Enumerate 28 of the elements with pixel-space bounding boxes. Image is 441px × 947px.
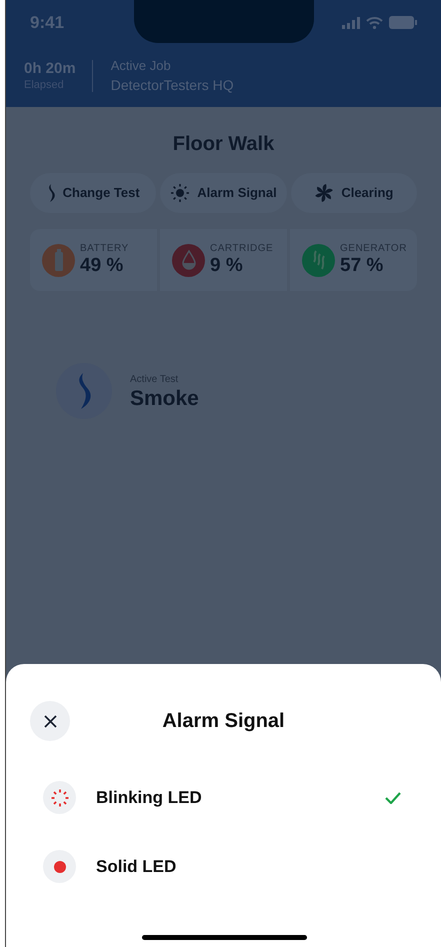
- blinking-led-icon: [50, 788, 70, 808]
- sun-icon: [170, 183, 190, 203]
- smoke-icon: [310, 250, 326, 270]
- active-test-name: Smoke: [130, 386, 199, 410]
- option-label: Solid LED: [96, 856, 178, 878]
- solid-led-icon: [54, 860, 66, 872]
- job-label: Active Job: [110, 57, 172, 75]
- wifi-icon: [366, 16, 383, 28]
- fan-icon: [314, 183, 334, 203]
- option-label: Blinking LED: [96, 786, 203, 809]
- stat-value: 57 %: [340, 255, 384, 277]
- drop-icon: [182, 250, 196, 270]
- close-icon: [44, 714, 56, 728]
- status-time: 9:41: [30, 12, 64, 34]
- elapsed-time: 0h 20m: [24, 60, 76, 78]
- job-name: DetectorTesters HQ: [110, 76, 234, 95]
- action-button[interactable]: Clearing: [290, 173, 417, 213]
- stat-value: 49 %: [80, 255, 124, 277]
- action-button[interactable]: Alarm Signal: [160, 173, 287, 213]
- battery-status-icon: [389, 16, 417, 29]
- battery-icon: [54, 249, 62, 271]
- sheet-title: Alarm Signal: [162, 709, 285, 734]
- close-button[interactable]: [30, 701, 70, 741]
- page-title: Floor Walk: [172, 132, 274, 157]
- signal-icon: [342, 16, 360, 28]
- smoke-icon: [46, 184, 56, 202]
- action-button[interactable]: Change Test: [30, 173, 156, 213]
- stat-value: 9 %: [210, 255, 244, 277]
